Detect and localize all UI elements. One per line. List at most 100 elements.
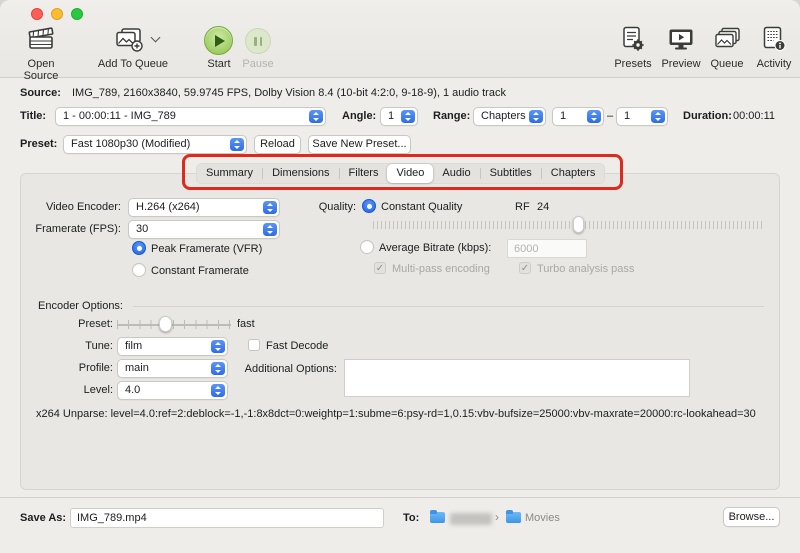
stepper-icon (211, 362, 225, 375)
preview-button[interactable]: Preview (659, 58, 703, 70)
level-label: Level: (32, 384, 113, 397)
preset-select-value: Fast 1080p30 (Modified) (71, 138, 190, 150)
multipass-label: Multi-pass encoding (392, 263, 490, 276)
framerate-select[interactable]: 30 (128, 220, 280, 239)
encoder-preset-value: fast (237, 318, 255, 331)
level-select[interactable]: 4.0 (117, 381, 228, 400)
tab-summary[interactable]: Summary (197, 164, 262, 183)
pause-bar (260, 37, 263, 46)
range-start-select[interactable]: 1 (552, 107, 604, 126)
quality-label: Quality: (256, 201, 356, 214)
tab-subtitles[interactable]: Subtitles (481, 164, 541, 183)
start-button[interactable]: Start (203, 58, 235, 70)
add-to-queue-button[interactable]: Add To Queue (95, 58, 171, 70)
constant-quality-radio[interactable] (362, 199, 376, 213)
open-source-button[interactable]: Open Source (10, 58, 72, 82)
tune-value: film (125, 340, 142, 352)
profile-label: Profile: (32, 362, 113, 375)
tab-dimensions[interactable]: Dimensions (263, 164, 338, 183)
activity-button[interactable]: Activity (752, 58, 796, 70)
stepper-icon (529, 110, 543, 123)
open-source-icon[interactable] (26, 25, 56, 53)
stepper-icon (211, 340, 225, 353)
stepper-icon (587, 110, 601, 123)
presets-button[interactable]: Presets (611, 58, 655, 70)
range-type-value: Chapters (481, 110, 526, 122)
encoder-options-label: Encoder Options: (38, 300, 123, 313)
range-end-select[interactable]: 1 (616, 107, 668, 126)
average-bitrate-field (507, 239, 587, 258)
destination-folder-label: Movies (525, 512, 560, 525)
pause-icon (245, 28, 271, 54)
additional-options-textarea[interactable] (344, 359, 690, 397)
quality-slider-track[interactable] (373, 221, 763, 229)
average-bitrate-label[interactable]: Average Bitrate (kbps): (379, 242, 491, 255)
average-bitrate-radio[interactable] (360, 240, 374, 254)
tab-filters[interactable]: Filters (340, 164, 388, 183)
fast-decode-label[interactable]: Fast Decode (266, 340, 328, 353)
save-as-input[interactable] (70, 508, 384, 528)
framerate-label: Framerate (FPS): (0, 223, 121, 236)
to-label: To: (403, 512, 419, 525)
tab-video[interactable]: Video (387, 164, 433, 183)
tab-bar: Summary Dimensions Filters Video Audio S… (196, 163, 605, 184)
stepper-icon (263, 223, 277, 236)
stepper-icon (401, 110, 415, 123)
range-end-value: 1 (624, 110, 630, 122)
fast-decode-checkbox[interactable] (248, 339, 260, 351)
preset-select[interactable]: Fast 1080p30 (Modified) (63, 135, 247, 154)
constant-quality-label[interactable]: Constant Quality (381, 201, 462, 214)
profile-value: main (125, 362, 149, 374)
save-as-label: Save As: (20, 512, 66, 525)
redacted-folder-name (450, 513, 492, 525)
peak-framerate-radio[interactable] (132, 241, 146, 255)
turbo-label: Turbo analysis pass (537, 263, 634, 276)
play-triangle (215, 35, 225, 47)
toolbar: Open Source Add To Queue Start Pause (0, 0, 800, 78)
multipass-checkbox (374, 262, 386, 274)
encoder-preset-slider-thumb[interactable] (159, 316, 172, 332)
queue-button[interactable]: Queue (708, 58, 746, 70)
source-value: IMG_789, 2160x3840, 59.9745 FPS, Dolby V… (72, 87, 506, 100)
path-separator: › (495, 511, 499, 524)
quality-slider-thumb[interactable] (573, 216, 584, 233)
minimize-button[interactable] (51, 8, 63, 20)
tab-audio[interactable]: Audio (433, 164, 479, 183)
encoder-preset-slider-line (117, 324, 231, 326)
tune-label: Tune: (32, 340, 113, 353)
tune-select[interactable]: film (117, 337, 228, 356)
start-icon[interactable] (204, 26, 233, 55)
range-type-select[interactable]: Chapters (473, 107, 546, 126)
queue-icon[interactable] (712, 26, 742, 52)
title-label: Title: (20, 110, 46, 123)
add-to-queue-chevron-icon[interactable] (151, 34, 160, 43)
constant-framerate-radio[interactable] (132, 263, 146, 277)
profile-select[interactable]: main (117, 359, 228, 378)
angle-select-value: 1 (388, 110, 394, 122)
save-new-preset-button[interactable]: Save New Preset... (308, 135, 411, 154)
close-button[interactable] (31, 8, 43, 20)
presets-icon[interactable] (620, 25, 646, 53)
stepper-icon (651, 110, 665, 123)
angle-select[interactable]: 1 (380, 107, 418, 126)
browse-button[interactable]: Browse... (723, 507, 780, 527)
stepper-icon (211, 384, 225, 397)
title-select[interactable]: 1 - 00:00:11 - IMG_789 (55, 107, 326, 126)
framerate-value: 30 (136, 223, 148, 235)
add-to-queue-icon[interactable] (112, 26, 145, 53)
activity-icon[interactable] (761, 25, 787, 53)
rf-label: RF (515, 201, 530, 214)
pause-button: Pause (241, 58, 275, 70)
peak-framerate-label[interactable]: Peak Framerate (VFR) (151, 243, 262, 256)
preview-icon[interactable] (667, 26, 695, 52)
reload-button[interactable]: Reload (254, 135, 301, 154)
level-value: 4.0 (125, 384, 140, 396)
constant-framerate-label[interactable]: Constant Framerate (151, 265, 249, 278)
tab-chapters[interactable]: Chapters (542, 164, 605, 183)
range-start-value: 1 (560, 110, 566, 122)
zoom-button[interactable] (71, 8, 83, 20)
preset-label: Preset: (20, 138, 57, 151)
folder-icon (430, 512, 445, 523)
stepper-icon (230, 138, 244, 151)
bottom-divider (0, 497, 800, 498)
